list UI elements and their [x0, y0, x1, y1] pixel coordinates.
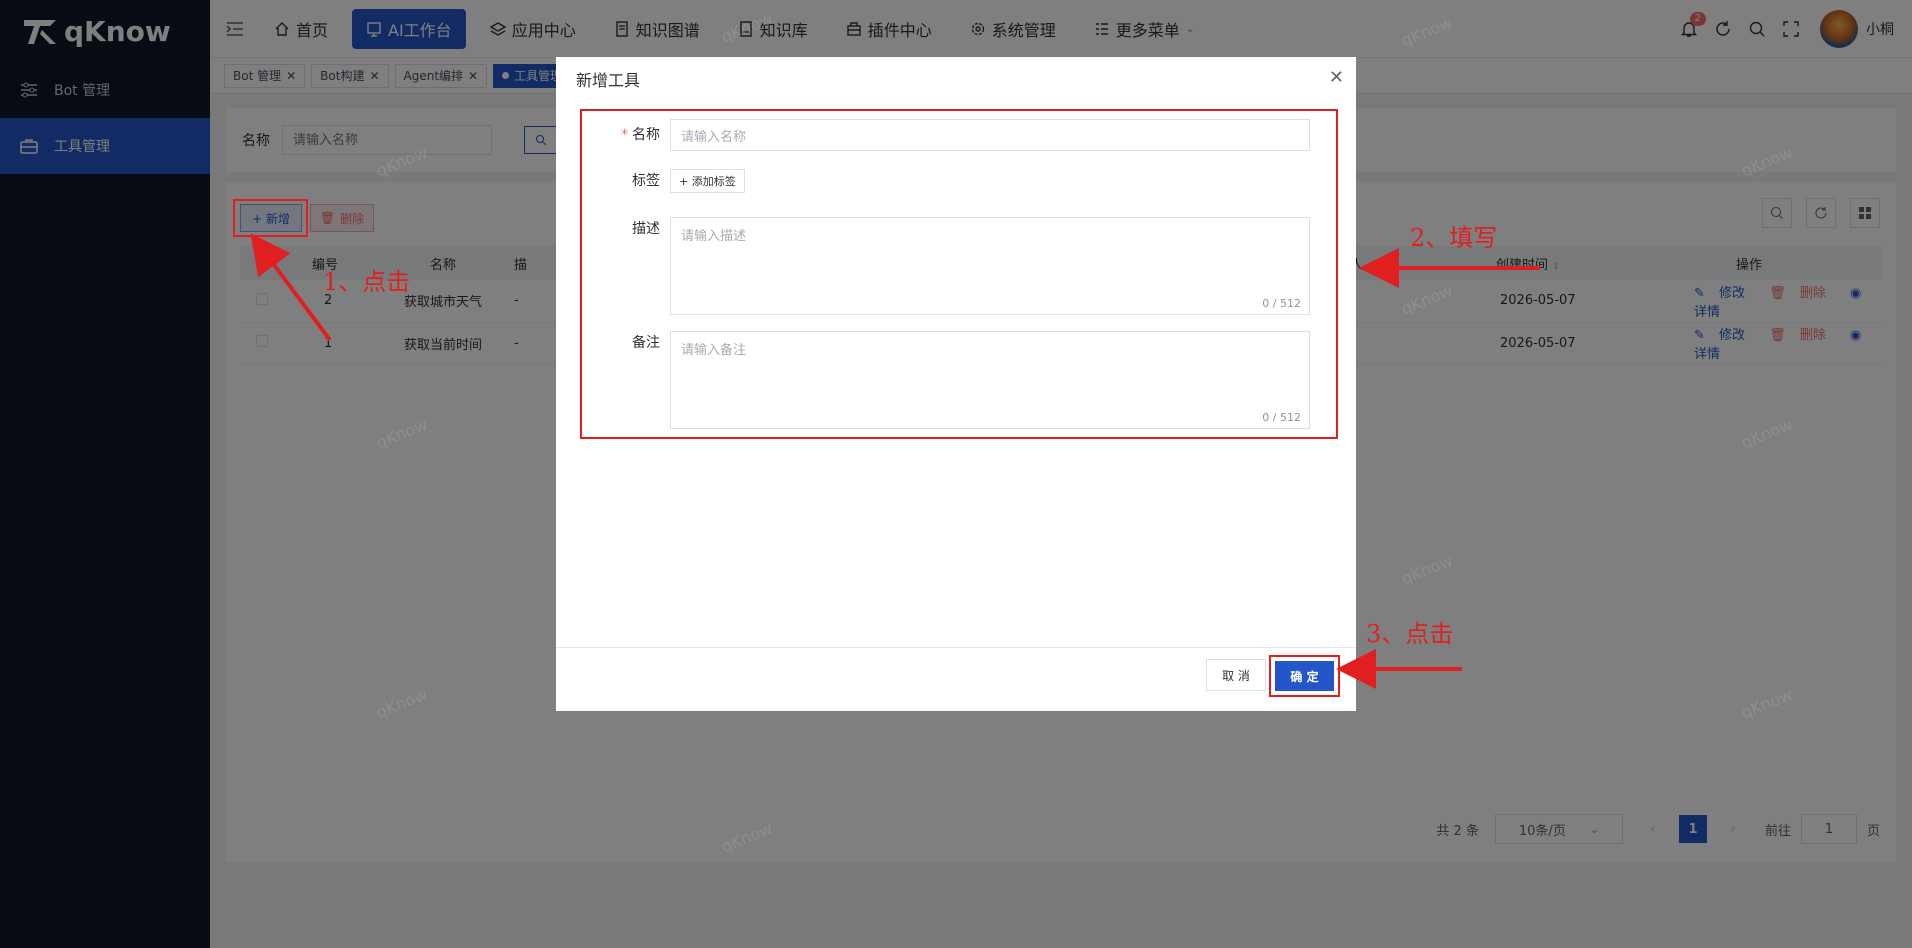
- remark-field-label: 备注: [632, 335, 660, 351]
- dialog-footer: 取 消 确 定: [556, 647, 1356, 711]
- desc-placeholder: 请输入描述: [681, 229, 747, 244]
- cancel-button[interactable]: 取 消: [1206, 659, 1266, 691]
- watermark: qKnow: [1738, 414, 1796, 453]
- tags-field-label: 标签: [632, 173, 660, 189]
- form-row-tags: 标签 + 添加标签: [582, 169, 745, 193]
- confirm-button[interactable]: 确 定: [1275, 661, 1334, 691]
- watermark: qKnow: [1398, 12, 1456, 51]
- remark-textarea[interactable]: 请输入备注 0 / 512: [670, 331, 1310, 429]
- add-button-highlight-box: [233, 199, 308, 237]
- desc-textarea[interactable]: 请输入描述 0 / 512: [670, 217, 1310, 315]
- dialog-title: 新增工具: [576, 71, 641, 90]
- watermark: qKnow: [718, 818, 776, 857]
- confirm-highlight-box: 确 定: [1269, 655, 1340, 697]
- annotation-step2: 2、填写: [1410, 224, 1498, 252]
- watermark: qKnow: [718, 8, 776, 47]
- remark-placeholder: 请输入备注: [681, 343, 747, 358]
- watermark: qKnow: [373, 684, 431, 723]
- desc-char-counter: 0 / 512: [1262, 297, 1301, 310]
- watermark: qKnow: [1398, 550, 1456, 589]
- close-icon[interactable]: ✕: [1329, 67, 1344, 88]
- form-row-remark: 备注 请输入备注 0 / 512: [582, 331, 1310, 429]
- form-highlight-box: * 名称 请输入名称 标签 + 添加标签 描述 请输入描述 0 / 512 备注 请…: [580, 109, 1338, 439]
- annotation-step1: 1、点击: [323, 268, 411, 296]
- remark-char-counter: 0 / 512: [1262, 411, 1301, 424]
- name-label-text: 名称: [632, 127, 660, 143]
- form-row-desc: 描述 请输入描述 0 / 512: [582, 217, 1310, 315]
- watermark: qKnow: [1738, 684, 1796, 723]
- required-mark: *: [621, 127, 628, 143]
- name-field-label: * 名称: [582, 119, 670, 151]
- add-tag-button[interactable]: + 添加标签: [670, 169, 745, 193]
- watermark: qKnow: [373, 414, 431, 453]
- watermark: qKnow: [373, 142, 431, 181]
- watermark: qKnow: [1398, 280, 1456, 319]
- desc-field-label: 描述: [632, 221, 660, 237]
- watermark: qKnow: [1738, 142, 1796, 181]
- name-input[interactable]: 请输入名称: [670, 119, 1310, 151]
- add-tool-dialog: 新增工具 ✕ * 名称 请输入名称 标签 + 添加标签 描述 请输入描述 0 / 5…: [556, 57, 1356, 711]
- form-row-name: * 名称 请输入名称: [582, 119, 1310, 151]
- annotation-step3: 3、点击: [1366, 620, 1454, 648]
